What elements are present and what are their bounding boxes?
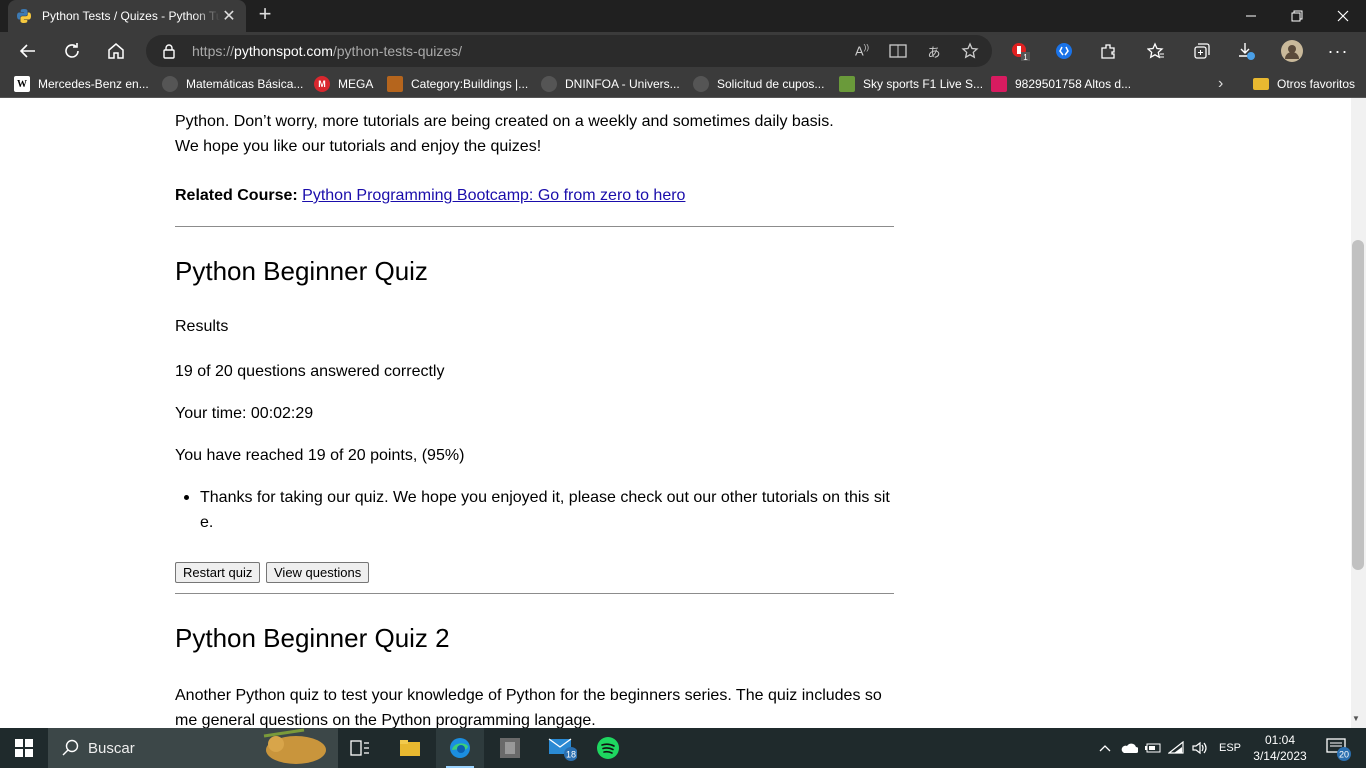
translate-icon[interactable]: あ <box>924 41 944 61</box>
other-favorites-folder[interactable]: Otros favoritos <box>1253 75 1355 93</box>
spotify-icon[interactable] <box>584 728 632 768</box>
lock-icon[interactable] <box>162 43 176 59</box>
bookmarks-overflow-chevron-icon[interactable]: › <box>1218 75 1223 93</box>
home-icon[interactable] <box>100 35 132 67</box>
folder-icon <box>1253 78 1269 90</box>
back-icon[interactable] <box>12 35 44 67</box>
browser-toolbar: https://pythonspot.com/python-tests-quiz… <box>0 32 1366 70</box>
related-course-link[interactable]: Python Programming Bootcamp: Go from zer… <box>302 187 685 204</box>
read-aloud-icon[interactable]: A)) <box>852 41 872 61</box>
quiz1-thanks-message: Thanks for taking our quiz. We hope you … <box>184 485 895 535</box>
mail-icon[interactable]: 18 <box>536 728 584 768</box>
address-bar[interactable]: https://pythonspot.com/python-tests-quiz… <box>146 35 992 67</box>
quiz2-description: Another Python quiz to test your knowled… <box>175 687 882 728</box>
view-questions-button[interactable]: View questions <box>266 562 370 583</box>
restore-icon[interactable] <box>1274 0 1320 32</box>
task-view-icon[interactable] <box>336 728 384 768</box>
search-icon <box>62 739 79 756</box>
windows-taskbar: Buscar 18 ESP 01:04 3/14/2023 20 <box>0 728 1366 768</box>
restart-quiz-button[interactable]: Restart quiz <box>175 562 261 583</box>
tab-title: Python Tests / Quizes - Python Tutorial <box>42 9 220 23</box>
refresh-icon[interactable] <box>56 35 88 67</box>
page-content: Python. Don’t worry, more tutorials are … <box>0 98 1366 728</box>
quiz1-score: 19 of 20 questions answered correctly <box>175 363 445 380</box>
collections-icon[interactable] <box>1186 35 1218 67</box>
file-explorer-icon[interactable] <box>386 728 434 768</box>
site-icon <box>541 76 557 92</box>
taskbar-clock[interactable]: 01:04 3/14/2023 <box>1248 732 1312 764</box>
settings-more-icon[interactable]: ··· <box>1322 35 1354 67</box>
browser-titlebar: Python Tests / Quizes - Python Tutorial … <box>0 0 1366 32</box>
site-icon <box>693 76 709 92</box>
wikipedia-icon: W <box>14 76 30 92</box>
immersive-reader-icon[interactable] <box>888 41 908 61</box>
quiz2-title: Python Beginner Quiz 2 <box>175 623 450 653</box>
intro-text-line: Python. Don’t worry, more tutorials are … <box>175 113 834 130</box>
quiz1-title: Python Beginner Quiz <box>175 256 428 286</box>
scrollbar-thumb[interactable] <box>1352 240 1364 570</box>
mega-icon: M <box>314 76 330 92</box>
intro-text-line: We hope you like our tutorials and enjoy… <box>175 138 542 155</box>
edge-browser-icon[interactable] <box>436 728 484 768</box>
clock-time: 01:04 <box>1264 733 1296 747</box>
bookmark-item[interactable]: Solicitud de cupos... <box>693 75 824 93</box>
url-text[interactable]: https://pythonspot.com/python-tests-quiz… <box>192 43 462 59</box>
battery-icon[interactable] <box>1142 728 1164 768</box>
profile-avatar[interactable] <box>1276 35 1308 67</box>
extensions-icon[interactable] <box>1092 35 1124 67</box>
site-icon <box>162 76 178 92</box>
bookmark-item[interactable]: Category:Buildings |... <box>387 75 528 93</box>
python-logo-icon <box>17 9 31 23</box>
tv-icon <box>839 76 855 92</box>
bookmark-item[interactable]: M MEGA <box>314 75 373 93</box>
windows-start-icon[interactable] <box>0 728 48 768</box>
bookmark-item[interactable]: DNINFOA - Univers... <box>541 75 680 93</box>
quiz1-results-label: Results <box>175 318 229 335</box>
svg-text:1: 1 <box>1023 53 1028 62</box>
bookmark-item[interactable]: Sky sports F1 Live S... <box>839 75 983 93</box>
downloads-icon[interactable] <box>1230 35 1262 67</box>
favorites-icon[interactable] <box>1140 35 1172 67</box>
extension-shield-icon[interactable]: 1 <box>1004 35 1036 67</box>
related-course-label: Related Course: <box>175 187 298 204</box>
bookmark-item[interactable]: W Mercedes-Benz en... <box>14 75 149 93</box>
quiz1-points: You have reached 19 of 20 points, (95%) <box>175 447 465 464</box>
search-placeholder: Buscar <box>88 739 135 757</box>
close-window-icon[interactable] <box>1320 0 1366 32</box>
related-course: Related Course: Python Programming Bootc… <box>175 184 685 208</box>
bookmark-item[interactable]: Matemáticas Básica... <box>162 75 303 93</box>
svg-text:20: 20 <box>1339 750 1349 760</box>
onedrive-cloud-icon[interactable] <box>1118 728 1140 768</box>
new-tab-icon[interactable]: + <box>254 3 276 26</box>
notifications-icon[interactable]: 20 <box>1318 728 1358 768</box>
browser-tab-active[interactable]: Python Tests / Quizes - Python Tutorial … <box>8 0 246 32</box>
app-icon[interactable] <box>486 728 534 768</box>
minimize-icon[interactable] <box>1228 0 1274 32</box>
show-hidden-icons-chevron-icon[interactable] <box>1094 728 1116 768</box>
add-favorite-icon[interactable] <box>960 41 980 61</box>
divider <box>175 593 894 594</box>
shazam-icon[interactable] <box>1048 35 1080 67</box>
svg-text:18: 18 <box>566 750 576 760</box>
divider <box>175 226 894 227</box>
listing-icon <box>991 76 1007 92</box>
volume-icon[interactable] <box>1189 728 1211 768</box>
image-icon <box>387 76 403 92</box>
tab-close-icon[interactable]: ✕ <box>220 6 238 26</box>
input-language[interactable]: ESP <box>1216 728 1244 768</box>
quiz1-time: Your time: 00:02:29 <box>175 405 314 422</box>
search-highlight-image <box>263 728 326 764</box>
clock-date: 3/14/2023 <box>1253 749 1307 763</box>
taskbar-search[interactable]: Buscar <box>48 728 338 768</box>
wifi-icon[interactable] <box>1166 728 1188 768</box>
scroll-down-arrow-icon[interactable]: ▼ <box>1352 714 1360 723</box>
bookmark-item[interactable]: 9829501758 Altos d... <box>991 75 1131 93</box>
bookmarks-bar: W Mercedes-Benz en... Matemáticas Básica.… <box>0 70 1366 98</box>
